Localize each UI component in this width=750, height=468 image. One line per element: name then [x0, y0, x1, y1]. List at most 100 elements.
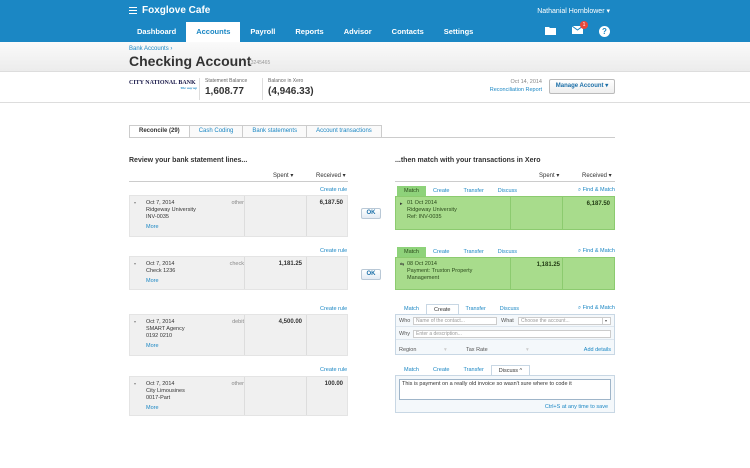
help-icon[interactable]: ?: [599, 26, 610, 37]
page-header: Bank Accounts › Checking Account 1324546…: [0, 42, 750, 72]
match-tabs: Match Create Transfer Discuss: [397, 186, 524, 196]
ok-button[interactable]: OK: [361, 269, 381, 280]
find-match-link[interactable]: ⌕ Find & Match: [567, 305, 615, 312]
reconcile-tabs: Reconcile (29) Cash Coding Bank statemen…: [129, 125, 382, 137]
tab-transfer[interactable]: Transfer: [457, 365, 491, 375]
tab-account-transactions[interactable]: Account transactions: [306, 125, 382, 137]
page-title: Checking Account: [129, 53, 252, 69]
nav-payroll[interactable]: Payroll: [240, 22, 285, 42]
left-spent-header[interactable]: Spent ▾: [273, 172, 293, 179]
more-link[interactable]: More: [146, 343, 244, 350]
create-rule-link[interactable]: Create rule: [320, 306, 347, 312]
org-name[interactable]: Foxglove Cafe: [142, 5, 210, 16]
statement-balance: Statement Balance 1,608.77: [205, 78, 248, 97]
left-section-title: Review your bank statement lines...: [129, 157, 248, 164]
spent-amount: 4,500.00: [278, 319, 302, 325]
divider: [306, 315, 307, 355]
spent-amount: 1,181.25: [278, 261, 302, 267]
tab-create[interactable]: Create: [426, 186, 457, 196]
find-match-link[interactable]: ⌕ Find & Match: [567, 248, 615, 255]
more-link[interactable]: More: [146, 405, 244, 412]
why-label: Why: [399, 331, 410, 337]
user-menu[interactable]: Nathanial Hornblower ▾: [537, 7, 610, 15]
tab-discuss[interactable]: Discuss: [493, 304, 526, 314]
tab-match[interactable]: Match: [397, 247, 426, 257]
nav-dashboard[interactable]: Dashboard: [127, 22, 186, 42]
matched-transaction[interactable]: ▸ 01 Oct 2014 Ridgeway University Ref: I…: [395, 196, 615, 230]
main-nav-bar: Dashboard Accounts Payroll Reports Advis…: [0, 21, 750, 42]
tab-discuss[interactable]: Discuss: [491, 247, 524, 257]
reconciliation-report-link[interactable]: Reconciliation Report: [488, 87, 542, 93]
tab-create[interactable]: Create: [426, 247, 457, 257]
what-select[interactable]: Choose the account... ▾: [518, 317, 611, 325]
more-link[interactable]: More: [146, 224, 244, 231]
notification-badge: 1: [580, 21, 588, 29]
line-type: other: [231, 381, 244, 387]
chevron-down-icon[interactable]: ▾: [602, 318, 609, 324]
divider: [129, 181, 348, 182]
tax-rate-select[interactable]: Tax Rate: [466, 347, 488, 353]
folder-icon[interactable]: [545, 26, 556, 37]
create-rule-link[interactable]: Create rule: [320, 187, 347, 193]
divider: [244, 315, 245, 355]
line-type: check: [229, 261, 244, 267]
nav-advisor[interactable]: Advisor: [334, 22, 382, 42]
mail-icon[interactable]: 1: [571, 21, 588, 37]
discuss-panel: This is payment on a really old invoice …: [395, 375, 615, 413]
nav-settings[interactable]: Settings: [434, 22, 484, 42]
top-bar: Foxglove Cafe Nathanial Hornblower ▾: [0, 0, 750, 22]
account-summary: CITY NATIONAL BANK The way up Statement …: [0, 73, 750, 103]
divider: [395, 181, 615, 182]
tab-create[interactable]: Create: [425, 304, 459, 314]
more-link[interactable]: More: [146, 278, 244, 285]
tab-match[interactable]: Match: [397, 186, 426, 196]
create-rule-link[interactable]: Create rule: [320, 248, 347, 254]
form-row: Who Name of the contact... What Choose t…: [396, 315, 614, 327]
tab-match[interactable]: Match: [397, 365, 426, 375]
find-match-link[interactable]: ⌕ Find & Match: [567, 187, 615, 194]
chevron-down-icon[interactable]: ▾: [526, 347, 529, 353]
tab-transfer[interactable]: Transfer: [457, 247, 491, 257]
create-transaction-form: Who Name of the contact... What Choose t…: [395, 314, 615, 355]
tab-transfer[interactable]: Transfer: [459, 304, 493, 314]
received-amount: 100.00: [324, 381, 343, 387]
save-hint: Ctrl+S at any time to save: [544, 404, 608, 410]
statement-line: ▾ Oct 7, 2014 Ridgeway University INV-00…: [129, 195, 348, 237]
tab-discuss[interactable]: Discuss ^: [490, 365, 531, 375]
tab-create[interactable]: Create: [426, 365, 457, 375]
left-received-header[interactable]: Received ▾: [316, 172, 346, 179]
match-tabs: Match Create Transfer Discuss ^: [397, 365, 531, 375]
menu-icon[interactable]: [129, 7, 137, 14]
breadcrumb[interactable]: Bank Accounts ›: [129, 46, 172, 52]
discuss-textarea[interactable]: This is payment on a really old invoice …: [399, 379, 611, 400]
received-amount: 6,187.50: [319, 200, 343, 206]
received-amount: 6,187.50: [586, 201, 610, 207]
tab-bank-statements[interactable]: Bank statements: [242, 125, 308, 137]
who-input[interactable]: Name of the contact...: [413, 317, 497, 325]
right-received-header[interactable]: Received ▾: [582, 172, 612, 179]
org-switcher[interactable]: Foxglove Cafe: [129, 5, 210, 16]
region-select[interactable]: Region: [399, 347, 416, 353]
nav-accounts[interactable]: Accounts: [186, 22, 241, 42]
tab-reconcile[interactable]: Reconcile (29): [129, 125, 190, 137]
why-input[interactable]: Enter a description...: [413, 330, 611, 338]
tab-transfer[interactable]: Transfer: [457, 186, 491, 196]
divider: [244, 196, 245, 236]
divider: [306, 257, 307, 289]
account-number: 13245465: [248, 60, 271, 66]
manage-account-button[interactable]: Manage Account ▾: [549, 79, 615, 94]
form-row: Why Enter a description...: [396, 328, 614, 340]
right-spent-header[interactable]: Spent ▾: [539, 172, 559, 179]
add-details-link[interactable]: Add details: [584, 347, 611, 353]
nav-reports[interactable]: Reports: [285, 22, 333, 42]
matched-transaction[interactable]: ⇆ 08 Oct 2014 Payment: Truxton Property …: [395, 257, 615, 290]
ok-button[interactable]: OK: [361, 208, 381, 219]
tab-cash-coding[interactable]: Cash Coding: [188, 125, 244, 137]
tab-match[interactable]: Match: [397, 304, 426, 314]
tab-discuss[interactable]: Discuss: [491, 186, 524, 196]
nav-contacts[interactable]: Contacts: [382, 22, 434, 42]
create-rule-link[interactable]: Create rule: [320, 367, 347, 373]
chevron-down-icon[interactable]: ▾: [444, 347, 447, 353]
line-type: debit: [232, 319, 244, 325]
divider: [129, 137, 615, 138]
